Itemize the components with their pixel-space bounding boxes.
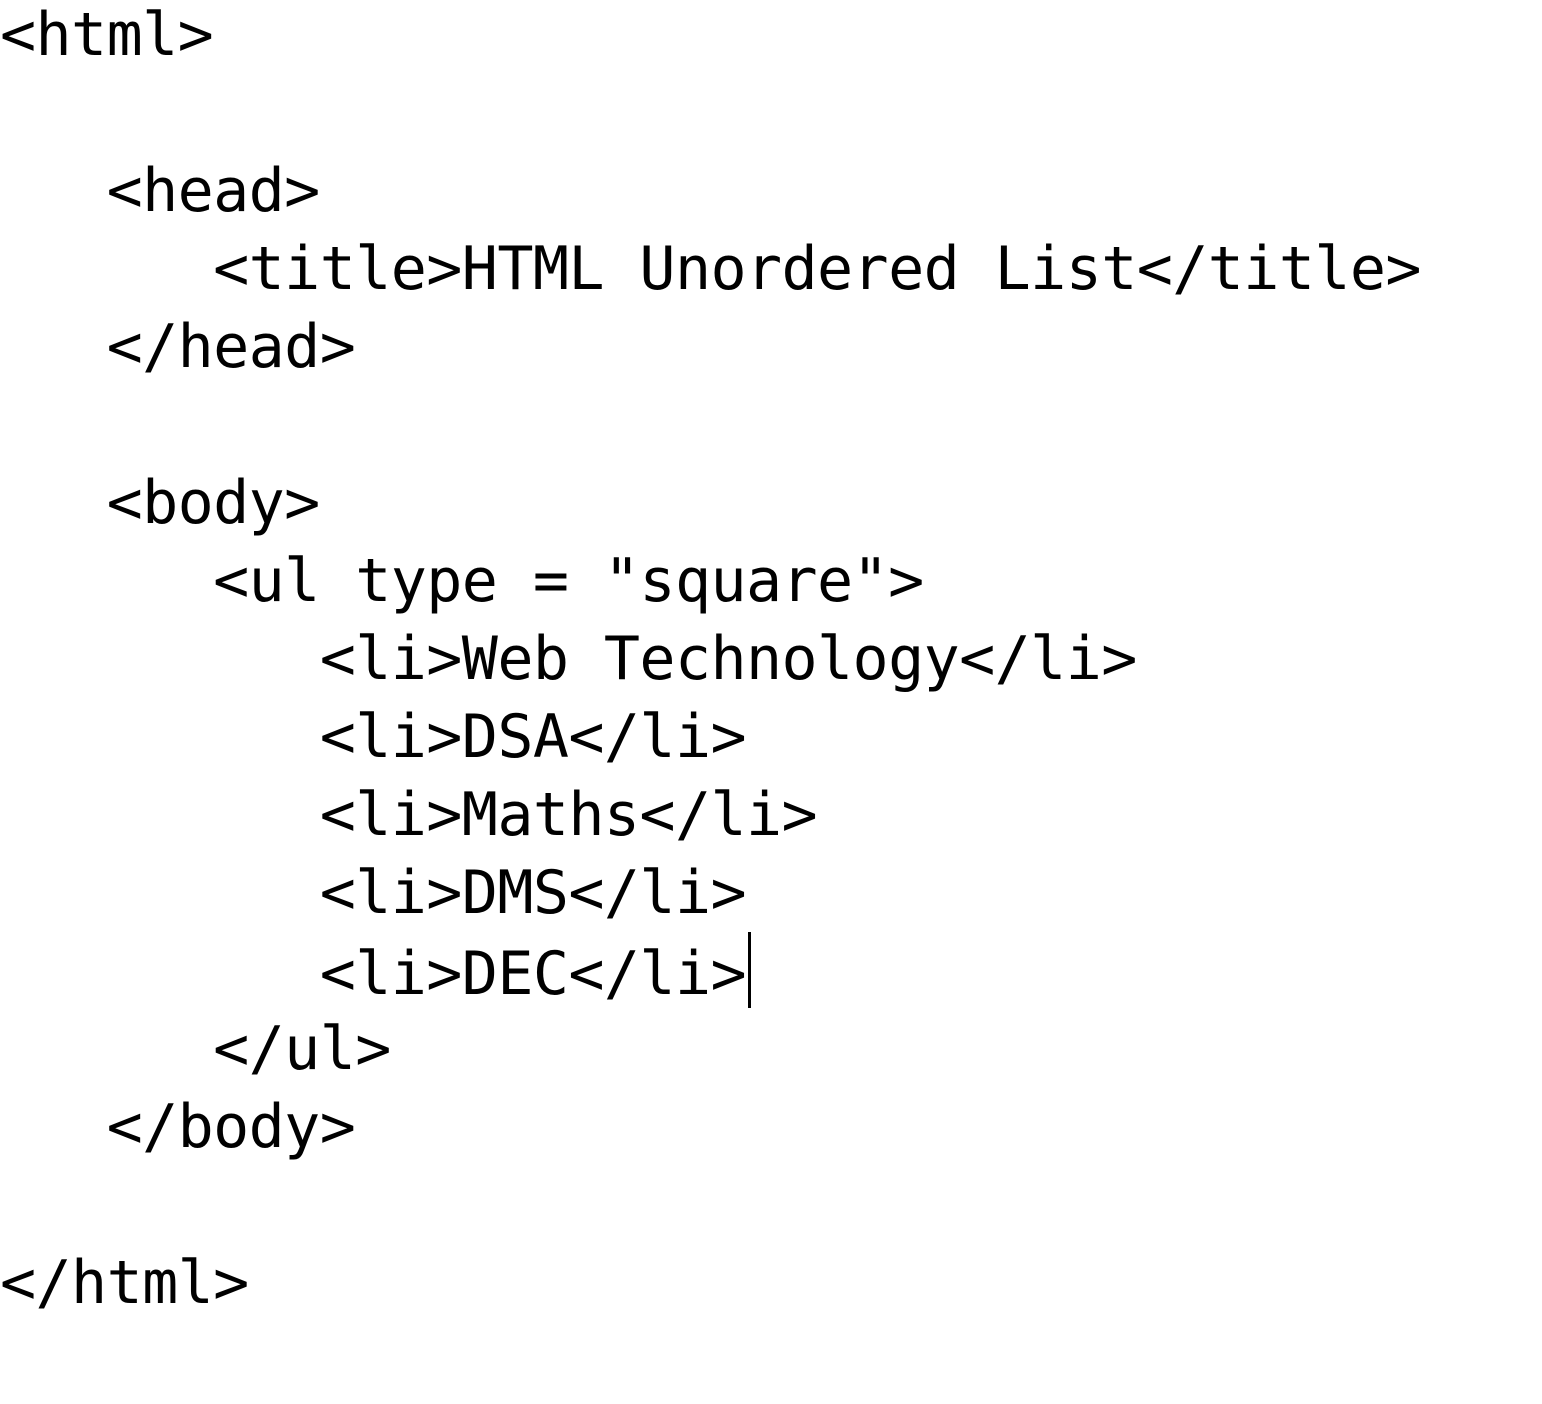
code-line: <li>DMS</li> <box>0 858 747 928</box>
code-line: <html> <box>0 0 214 70</box>
text-caret <box>747 932 751 1008</box>
code-line: <title>HTML Unordered List</title> <box>0 234 1421 304</box>
code-line: <body> <box>0 468 321 538</box>
code-line: <head> <box>0 156 321 226</box>
code-line: </head> <box>0 312 356 382</box>
code-line: <ul type = "square"> <box>0 546 924 616</box>
code-line-text: <li>DEC</li> <box>0 939 747 1009</box>
code-line: </ul> <box>0 1014 391 1084</box>
code-line-with-caret: <li>DEC</li> <box>0 932 751 1010</box>
code-editor[interactable]: <html> <head> <title>HTML Unordered List… <box>0 0 1542 1404</box>
code-line: </html> <box>0 1248 249 1318</box>
code-line: </body> <box>0 1092 356 1162</box>
code-line: <li>Web Technology</li> <box>0 624 1138 694</box>
code-line: <li>DSA</li> <box>0 702 747 772</box>
code-line: <li>Maths</li> <box>0 780 818 850</box>
